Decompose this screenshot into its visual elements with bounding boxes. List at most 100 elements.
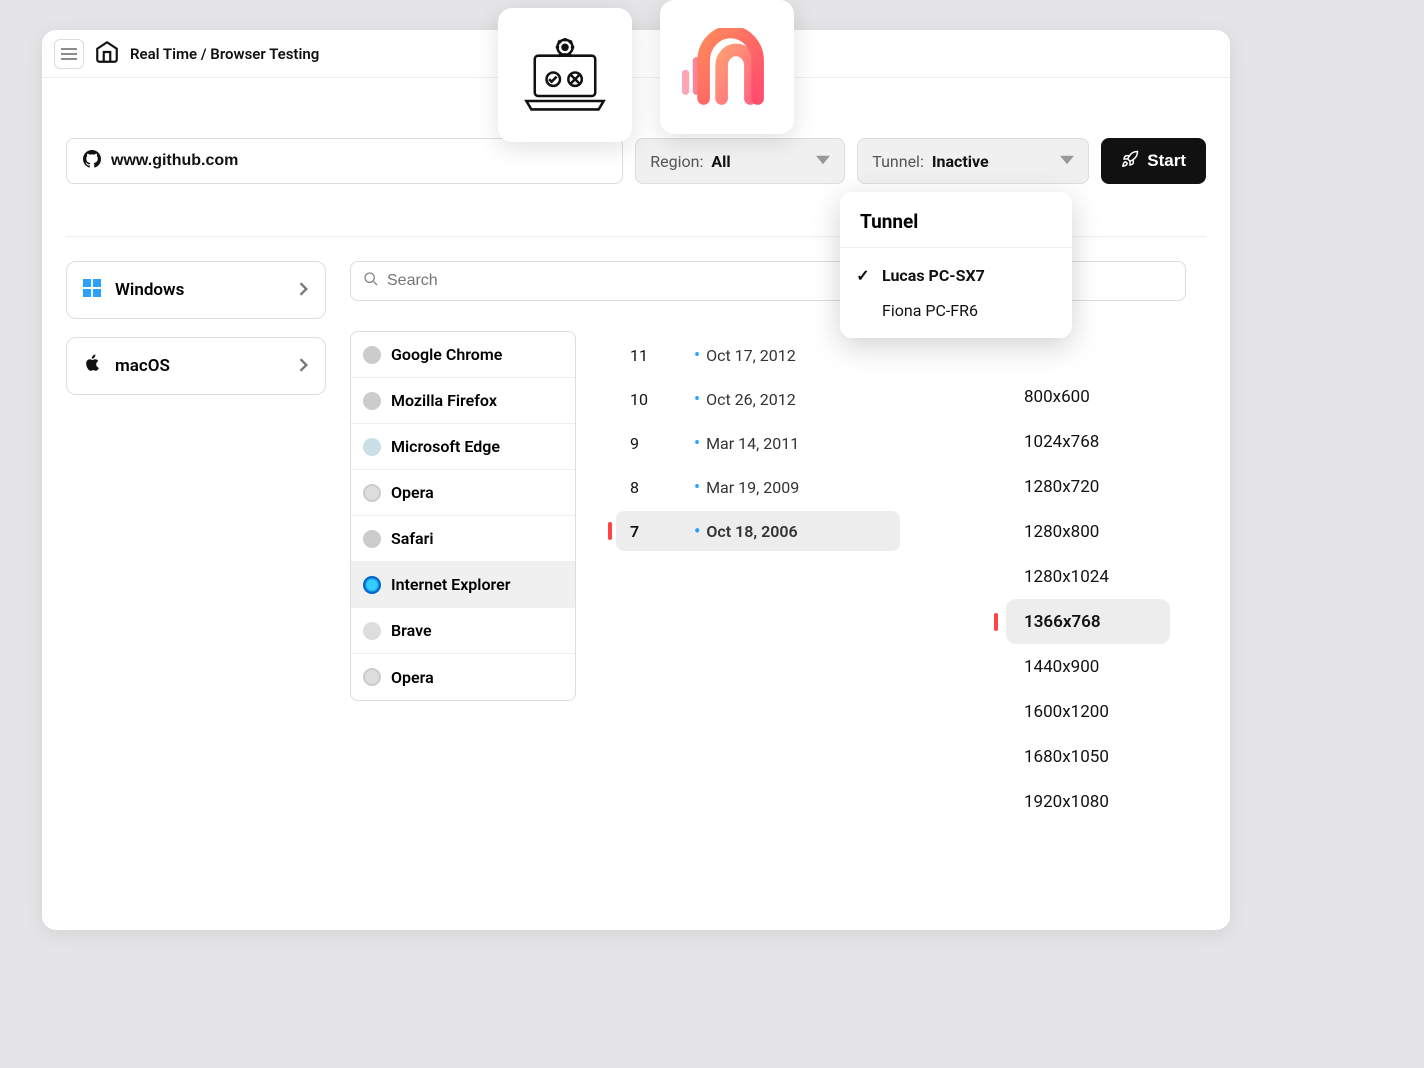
browser-label: Safari: [391, 529, 434, 548]
version-item[interactable]: 11 • Oct 17, 2012: [616, 335, 900, 375]
resolution-item[interactable]: 1024x768: [1006, 419, 1170, 464]
resolution-label: 1366x768: [1024, 612, 1101, 632]
resolution-item[interactable]: 1920x1080: [1006, 779, 1170, 824]
resolution-label: 800x600: [1024, 387, 1090, 407]
floating-card-laptop: [498, 8, 632, 142]
browser-item-opera[interactable]: Opera: [351, 470, 575, 516]
check-icon: ✓: [854, 266, 872, 285]
dropdown-title: Tunnel: [840, 210, 1072, 248]
resolution-label: 1440x900: [1024, 657, 1099, 677]
browser-item-firefox[interactable]: Mozilla Firefox: [351, 378, 575, 424]
version-item[interactable]: 10 • Oct 26, 2012: [616, 379, 900, 419]
resolution-list: 800x600 1024x768 1280x720 1280x800 1280x…: [1006, 374, 1170, 824]
chrome-icon: [363, 346, 381, 364]
topbar: Real Time / Browser Testing: [42, 30, 1230, 78]
url-input[interactable]: [111, 152, 606, 170]
browser-item-safari[interactable]: Safari: [351, 516, 575, 562]
resolution-label: 1280x800: [1024, 522, 1099, 542]
browser-item-brave[interactable]: Brave: [351, 608, 575, 654]
tunnel-label: Tunnel:: [872, 152, 924, 171]
browser-item-edge[interactable]: Microsoft Edge: [351, 424, 575, 470]
os-item-windows[interactable]: Windows: [66, 261, 326, 319]
rocket-icon: [1121, 150, 1139, 173]
browser-label: Opera: [391, 668, 434, 687]
chevron-right-icon: [299, 357, 309, 376]
version-date: Oct 17, 2012: [706, 346, 796, 365]
os-label: Windows: [115, 280, 285, 300]
opera-icon: [363, 484, 381, 502]
version-date: Oct 26, 2012: [706, 390, 796, 409]
os-list: Windows macOS: [66, 261, 326, 701]
github-icon: [83, 150, 101, 172]
browser-label: Internet Explorer: [391, 575, 510, 594]
resolution-label: 1680x1050: [1024, 747, 1109, 767]
hamburger-icon: [61, 48, 77, 60]
dot-icon: •: [694, 477, 700, 498]
dropdown-item-label: Lucas PC-SX7: [882, 266, 985, 285]
browser-item-chrome[interactable]: Google Chrome: [351, 332, 575, 378]
chevron-down-icon: [816, 152, 830, 171]
url-input-wrap[interactable]: [66, 138, 623, 184]
tunnel-value: Inactive: [932, 152, 989, 171]
resolution-label: 1024x768: [1024, 432, 1099, 452]
dot-icon: •: [694, 433, 700, 454]
dropdown-item[interactable]: Fiona PC-FR6: [840, 293, 1072, 328]
version-item[interactable]: 7 • Oct 18, 2006: [616, 511, 900, 551]
version-item[interactable]: 8 • Mar 19, 2009: [616, 467, 900, 507]
dropdown-item[interactable]: ✓ Lucas PC-SX7: [840, 258, 1072, 293]
brand-logo-icon: [682, 28, 772, 106]
browser-panel: Google Chrome Mozilla Firefox Microsoft …: [350, 331, 920, 701]
browser-label: Mozilla Firefox: [391, 391, 497, 410]
resolution-item[interactable]: 1440x900: [1006, 644, 1170, 689]
resolution-item[interactable]: 1366x768: [1006, 599, 1170, 644]
app-window: Real Time / Browser Testing Region: All …: [42, 30, 1230, 930]
logo-icon: [94, 39, 120, 69]
dot-icon: •: [694, 345, 700, 366]
browser-item-opera2[interactable]: Opera: [351, 654, 575, 700]
tunnel-select[interactable]: Tunnel: Inactive: [857, 138, 1089, 184]
region-select[interactable]: Region: All: [635, 138, 845, 184]
browser-item-ie[interactable]: Internet Explorer: [351, 562, 575, 608]
version-number: 9: [630, 434, 694, 453]
mid-column: Google Chrome Mozilla Firefox Microsoft …: [350, 261, 920, 701]
version-number: 10: [630, 390, 694, 409]
resolution-item[interactable]: 1680x1050: [1006, 734, 1170, 779]
region-label: Region:: [650, 152, 703, 171]
dot-icon: •: [694, 521, 700, 542]
resolution-item[interactable]: 1280x800: [1006, 509, 1170, 554]
active-marker: [994, 613, 998, 631]
resolution-label: 1280x1024: [1024, 567, 1109, 587]
version-number: 11: [630, 346, 694, 365]
resolution-item[interactable]: 800x600: [1006, 374, 1170, 419]
browser-label: Google Chrome: [391, 345, 502, 364]
browser-label: Opera: [391, 483, 434, 502]
browser-label: Microsoft Edge: [391, 437, 500, 456]
resolution-item[interactable]: 1280x720: [1006, 464, 1170, 509]
floating-card-brand: [660, 0, 794, 134]
breadcrumb: Real Time / Browser Testing: [130, 45, 319, 63]
edge-icon: [363, 438, 381, 456]
resolution-label: 1280x720: [1024, 477, 1099, 497]
ie-icon: [363, 576, 381, 594]
toolbar: Region: All Tunnel: Inactive Start: [42, 122, 1230, 200]
start-button[interactable]: Start: [1101, 138, 1206, 184]
windows-icon: [83, 279, 101, 301]
version-date: Mar 14, 2011: [706, 434, 799, 453]
chevron-right-icon: [299, 281, 309, 300]
browser-list: Google Chrome Mozilla Firefox Microsoft …: [350, 331, 576, 701]
dot-icon: •: [694, 389, 700, 410]
dropdown-item-label: Fiona PC-FR6: [882, 301, 978, 320]
menu-button[interactable]: [54, 39, 84, 69]
version-date: Mar 19, 2009: [706, 478, 799, 497]
apple-icon: [83, 354, 101, 378]
version-number: 8: [630, 478, 694, 497]
opera-icon: [363, 668, 381, 686]
version-item[interactable]: 9 • Mar 14, 2011: [616, 423, 900, 463]
version-date: Oct 18, 2006: [706, 522, 797, 541]
version-list: 11 • Oct 17, 2012 10 • Oct 26, 2012 9 • …: [616, 335, 900, 701]
resolution-item[interactable]: 1280x1024: [1006, 554, 1170, 599]
region-value: All: [711, 152, 730, 171]
resolution-label: 1920x1080: [1024, 792, 1109, 812]
resolution-item[interactable]: 1600x1200: [1006, 689, 1170, 734]
os-item-macos[interactable]: macOS: [66, 337, 326, 395]
